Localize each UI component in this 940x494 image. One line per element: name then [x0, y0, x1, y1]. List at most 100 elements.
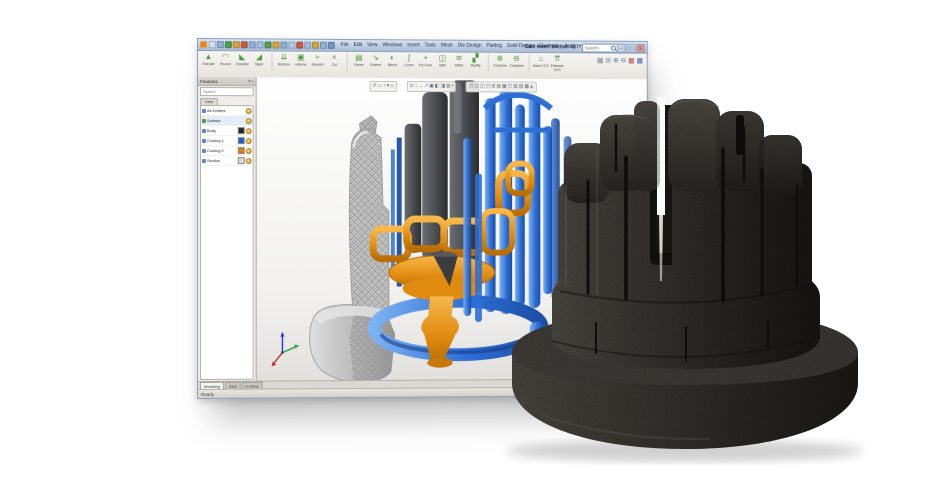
- feature-tree-row[interactable]: Cooling 1: [201, 136, 253, 146]
- quick-access-icon[interactable]: [280, 42, 287, 49]
- ribbon-button[interactable]: ◢ Taper: [251, 52, 268, 70]
- quick-access-icon[interactable]: [249, 41, 256, 48]
- ribbon-icon: ▞: [473, 54, 479, 64]
- panel-close-icon[interactable]: ×: [251, 79, 253, 83]
- menu-item[interactable]: Edit: [354, 43, 362, 48]
- visibility-icon[interactable]: [246, 158, 252, 164]
- quick-access-icon[interactable]: [304, 42, 311, 49]
- quick-access-icon[interactable]: [320, 42, 327, 49]
- view-toolbar-icon[interactable]: ↗: [424, 84, 428, 89]
- view-toolbar-icon[interactable]: ↺: [372, 84, 376, 89]
- visibility-icon[interactable]: [246, 108, 252, 114]
- view-toolbar-icon[interactable]: ↕: [415, 84, 417, 89]
- feature-tree-row[interactable]: Surface: [201, 116, 253, 126]
- view-toolbar-icon[interactable]: ◱: [480, 84, 485, 89]
- feature-tree-row[interactable]: Cooling 2: [201, 146, 253, 156]
- quick-access-icon[interactable]: [273, 41, 280, 48]
- search-icon[interactable]: [611, 46, 616, 51]
- visibility-icon[interactable]: [246, 148, 252, 154]
- ribbon-button[interactable]: ◣ Chamfer: [234, 52, 251, 70]
- ribbon-button[interactable]: ⌂ Hand VCC: [529, 54, 549, 72]
- ribbon-button[interactable]: ⇈ Extreme VCC: [549, 54, 565, 72]
- window-control-button[interactable]: ▢: [627, 44, 636, 53]
- menu-item[interactable]: Mesh: [441, 44, 453, 49]
- view-toolbar-icon[interactable]: ⊞: [491, 84, 495, 89]
- ribbon-button[interactable]: ↘ Extend: [367, 53, 384, 71]
- menu-item[interactable]: View: [367, 43, 378, 48]
- ribbon-button-label: Stitch: [455, 63, 464, 71]
- menu-item[interactable]: Parting: [486, 44, 501, 49]
- window-control-button[interactable]: –: [617, 44, 626, 53]
- view-toolbar-icon[interactable]: ▾: [387, 84, 389, 89]
- ribbon-button[interactable]: ◠ Round: [217, 52, 234, 70]
- quick-access-icon[interactable]: [265, 41, 272, 48]
- quick-access-icon[interactable]: [217, 41, 224, 48]
- view-toolbar-icon[interactable]: ◳: [469, 84, 474, 89]
- visibility-icon[interactable]: [246, 138, 252, 144]
- color-chip[interactable]: [238, 157, 245, 164]
- visibility-icon[interactable]: [246, 118, 252, 124]
- view-toolbar-icon[interactable]: ▣: [429, 84, 434, 89]
- quick-access-icon[interactable]: [328, 42, 335, 49]
- ribbon-button[interactable]: ≈ Smooth: [309, 53, 326, 71]
- axis-triad: [272, 332, 300, 367]
- menu-item[interactable]: File: [341, 43, 349, 48]
- view-toolbar-icon[interactable]: ◨: [440, 84, 445, 89]
- ribbon-button[interactable]: ⇊ Reduce: [272, 52, 293, 70]
- ribbon-button[interactable]: ▲ Extrude: [200, 52, 217, 70]
- view-toolbar-icon[interactable]: ◲: [475, 84, 480, 89]
- visibility-icon[interactable]: [246, 128, 252, 134]
- ribbon-button[interactable]: ≋ Stitch: [451, 54, 468, 72]
- window-control-button[interactable]: ×: [636, 44, 645, 53]
- ribbon-button[interactable]: + Fix Face: [417, 53, 434, 71]
- ribbon-button[interactable]: ⊕ Combine: [488, 54, 508, 72]
- panel-tab-sets[interactable]: Sets: [200, 98, 218, 105]
- ribbon-tool-icon[interactable]: ▦: [637, 58, 643, 66]
- ribbon-button[interactable]: ⊖ Compare: [508, 54, 525, 72]
- quick-access-icon[interactable]: [257, 41, 264, 48]
- ribbon-button[interactable]: ◐ Blend: [384, 53, 401, 71]
- menu-item[interactable]: Die Design: [458, 44, 482, 49]
- quick-access-icon[interactable]: [241, 41, 248, 48]
- view-toolbar-icon[interactable]: ▪: [452, 84, 454, 89]
- color-chip[interactable]: [238, 137, 245, 144]
- view-toolbar-icon[interactable]: ◧: [435, 84, 440, 89]
- ribbon-button[interactable]: ∫ Curve: [401, 53, 418, 71]
- menu-item[interactable]: Tools: [424, 43, 435, 48]
- feature-tree-row[interactable]: Body: [201, 126, 253, 136]
- ribbon-tool-icon[interactable]: ▦: [628, 58, 634, 66]
- ribbon-tool-icon[interactable]: ⊞: [605, 57, 611, 65]
- quick-access-icon[interactable]: [209, 41, 216, 48]
- view-toolbar-icon[interactable]: ↔: [418, 84, 423, 89]
- view-toolbar-icon[interactable]: ◔: [383, 84, 386, 89]
- feature-tree-row[interactable]: All Entities: [201, 106, 253, 116]
- panel-search-input[interactable]: [201, 89, 253, 94]
- panel-pin-icon[interactable]: ▾: [248, 79, 250, 83]
- quick-access-icon[interactable]: [312, 42, 319, 49]
- feature-tree-row[interactable]: Section: [201, 156, 253, 166]
- ribbon-tool-icon[interactable]: ▩: [597, 57, 603, 65]
- ribbon-tool-icon[interactable]: ⊖: [621, 58, 627, 66]
- quick-access-icon[interactable]: [233, 41, 240, 48]
- quick-access-icon[interactable]: [288, 42, 295, 49]
- ribbon-button[interactable]: ◫ Split: [434, 53, 451, 71]
- menu-item[interactable]: Windows: [382, 43, 402, 48]
- ribbon-tool-icon[interactable]: ⊕: [613, 57, 619, 65]
- app-logo-icon[interactable]: [200, 41, 207, 48]
- ribbon-button[interactable]: ▞ Modify: [467, 54, 484, 72]
- color-chip[interactable]: [238, 127, 245, 134]
- color-chip[interactable]: [238, 147, 245, 154]
- view-toolbar-icon[interactable]: ▥: [446, 84, 451, 89]
- search-input[interactable]: [584, 45, 611, 50]
- ribbon-button[interactable]: ▣ Volume: [292, 53, 309, 71]
- menu-item[interactable]: Insert: [407, 43, 419, 48]
- view-toolbar-icon[interactable]: ⊙: [410, 84, 414, 89]
- view-toolbar-icon[interactable]: ◰: [486, 84, 491, 89]
- view-toolbar-icon[interactable]: ◇: [390, 84, 394, 89]
- ribbon-button[interactable]: ▤ Faces: [347, 53, 368, 71]
- view-toolbar-icon[interactable]: ▭: [377, 84, 382, 89]
- ribbon-icon: ⊖: [513, 54, 520, 64]
- quick-access-icon[interactable]: [225, 41, 232, 48]
- ribbon-button[interactable]: × Cut: [326, 53, 343, 71]
- quick-access-icon[interactable]: [296, 42, 303, 49]
